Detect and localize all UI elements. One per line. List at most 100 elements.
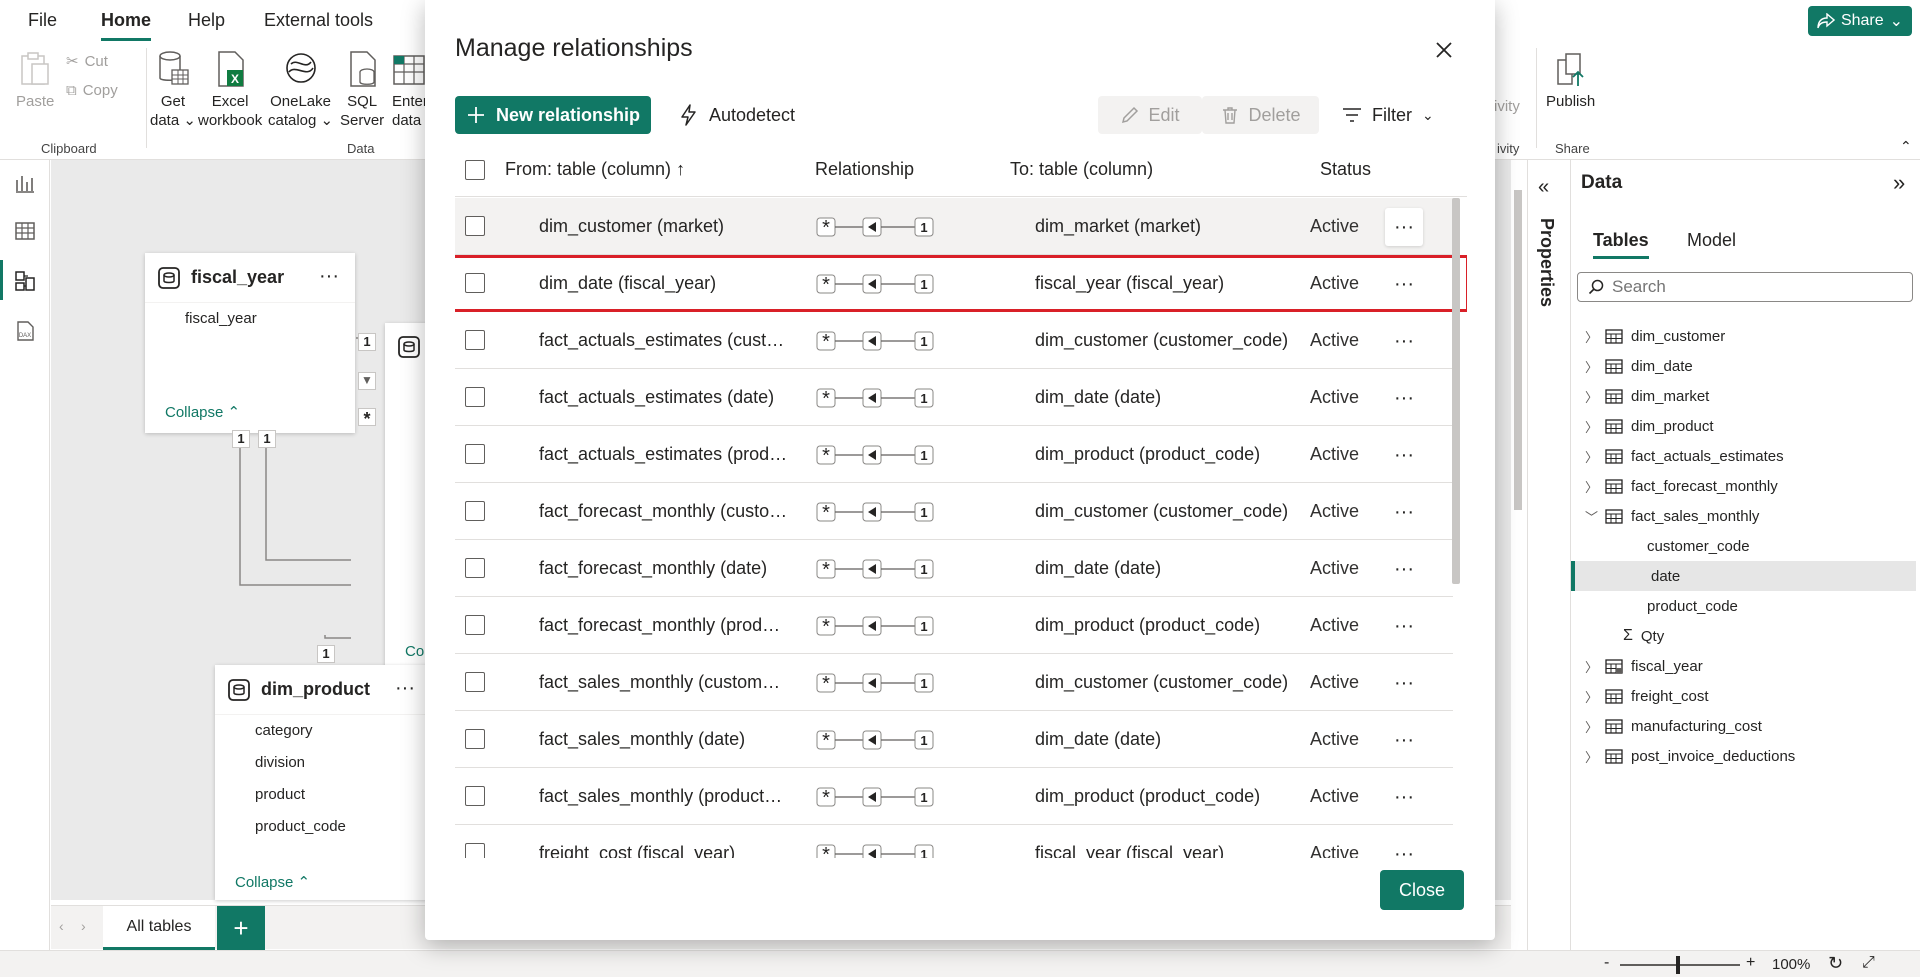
column-header-to[interactable]: To: table (column) (1010, 159, 1153, 180)
from-table-column: dim_date (fiscal_year) (539, 273, 717, 293)
more-options-icon[interactable]: ··· (1385, 664, 1423, 702)
cardinality-many-to-one-icon: * 1 (815, 671, 935, 695)
row-checkbox[interactable] (465, 273, 485, 293)
more-options-icon[interactable]: ··· (1385, 721, 1423, 759)
cardinality-many-to-one-icon: * 1 (815, 842, 935, 858)
more-options-icon[interactable]: ··· (1385, 436, 1423, 474)
cardinality-many-glyph: * (822, 274, 830, 296)
close-icon[interactable] (1430, 36, 1458, 64)
delete-button[interactable]: Delete (1202, 96, 1319, 134)
new-relationship-button[interactable]: New relationship (455, 96, 651, 134)
status-text: Active (1310, 786, 1360, 806)
to-table-column: dim_date (date) (1035, 558, 1162, 578)
cardinality-many-to-one-icon: * 1 (815, 785, 935, 809)
row-checkbox[interactable] (465, 330, 485, 350)
cardinality-many-glyph: * (822, 616, 830, 638)
relationship-row[interactable]: fact_sales_monthly (product_code)*1dim_p… (455, 768, 1453, 825)
status-text: Active (1310, 387, 1360, 407)
cardinality-many-to-one-icon: * 1 (815, 500, 935, 524)
row-checkbox[interactable] (465, 843, 485, 858)
relationship-row[interactable]: freight_cost (fiscal_year) * 1 fiscal_year … (455, 825, 1453, 858)
to-table-column: fiscal_year (fiscal_year) (1035, 273, 1225, 293)
row-checkbox[interactable] (465, 501, 485, 521)
row-checkbox[interactable] (465, 444, 485, 464)
to-table-column: dim_date (date) (1035, 387, 1162, 407)
more-options-icon[interactable]: ··· (1385, 379, 1423, 417)
from-table-column: fact_actuals_estimates (product_code) (539, 444, 789, 464)
cardinality-one-glyph: 1 (920, 505, 927, 520)
status-text: Active (1310, 216, 1360, 236)
cardinality-many-to-one-icon: * 1 (815, 614, 935, 638)
row-checkbox[interactable] (465, 558, 485, 578)
filter-button[interactable]: Filter ⌄ (1342, 96, 1434, 134)
cardinality-many-glyph: * (822, 559, 830, 581)
filter-label: Filter (1372, 104, 1412, 125)
row-checkbox[interactable] (465, 729, 485, 749)
column-header-relationship[interactable]: Relationship (815, 159, 914, 180)
to-table-column: dim_market (market) (1035, 216, 1202, 236)
row-checkbox[interactable] (465, 786, 485, 806)
relationship-row[interactable]: fact_forecast_monthly (date) * 1 dim_date (… (455, 540, 1453, 597)
cardinality-many-glyph: * (822, 673, 830, 695)
cardinality-one-glyph: 1 (920, 448, 927, 463)
status-text: Active (1310, 615, 1360, 635)
status-text: Active (1310, 558, 1360, 578)
more-options-icon[interactable]: ··· (1385, 778, 1423, 816)
grid-scrollbar-thumb[interactable] (1452, 198, 1460, 584)
column-header-status[interactable]: Status (1320, 159, 1371, 180)
from-table-column: fact_forecast_monthly (date) (539, 558, 768, 578)
more-options-icon[interactable]: ··· (1385, 322, 1423, 360)
relationship-row[interactable]: fact_actuals_estimates (customer_code) * 1… (455, 312, 1453, 369)
row-checkbox[interactable] (465, 216, 485, 236)
relationship-row[interactable]: dim_date (fiscal_year) * 1 fiscal_year (fis… (455, 255, 1467, 312)
cardinality-one-glyph: 1 (920, 733, 927, 748)
relationship-row[interactable]: fact_forecast_monthly (customer_code)*1d… (455, 483, 1453, 540)
from-table-column: dim_customer (market) (539, 216, 725, 236)
row-checkbox[interactable] (465, 615, 485, 635)
cardinality-many-to-one-icon: * 1 (815, 386, 935, 410)
from-table-column: fact_actuals_estimates (customer_code) (539, 330, 789, 350)
select-all-checkbox[interactable] (465, 160, 485, 180)
cardinality-one-glyph: 1 (920, 847, 927, 858)
autodetect-label: Autodetect (709, 104, 796, 125)
from-table-column: fact_sales_monthly (date) (539, 729, 746, 749)
to-table-column: dim_product (product_code) (1035, 615, 1261, 635)
from-table-column: fact_forecast_monthly (customer_code) (539, 501, 789, 521)
relationship-row[interactable]: fact_sales_monthly (customer_code)*1dim_… (455, 654, 1453, 711)
more-options-icon[interactable]: ··· (1385, 550, 1423, 588)
cardinality-one-glyph: 1 (920, 220, 927, 235)
cardinality-one-glyph: 1 (920, 334, 927, 349)
relationship-row[interactable]: fact_forecast_monthly (product_code)*1di… (455, 597, 1453, 654)
row-checkbox[interactable] (465, 387, 485, 407)
cardinality-one-glyph: 1 (920, 619, 927, 634)
more-options-icon[interactable]: ··· (1385, 493, 1423, 531)
chevron-down-icon: ⌄ (1422, 106, 1434, 123)
to-table-column: dim_product (product_code) (1035, 786, 1261, 806)
cardinality-many-glyph: * (822, 331, 830, 353)
plus-icon (467, 107, 484, 123)
autodetect-button[interactable]: Autodetect (679, 96, 795, 134)
more-options-icon[interactable]: ··· (1385, 208, 1423, 246)
filter-icon (1343, 108, 1361, 122)
close-button[interactable]: Close (1380, 870, 1464, 910)
more-options-icon[interactable]: ··· (1385, 265, 1423, 303)
status-text: Active (1310, 330, 1360, 350)
cardinality-many-glyph: * (822, 445, 830, 467)
cardinality-many-to-one-icon: * 1 (815, 443, 935, 467)
column-header-from[interactable]: From: table (column) ↑ (505, 159, 685, 180)
relationship-row[interactable]: fact_actuals_estimates (date) * 1 dim_date … (455, 369, 1453, 426)
relationship-row[interactable]: dim_customer (market) * 1 dim_market (marke… (455, 198, 1453, 255)
to-table-column: fiscal_year (fiscal_year) (1035, 843, 1225, 858)
edit-button[interactable]: Edit (1098, 96, 1202, 134)
edit-label: Edit (1148, 104, 1180, 125)
cardinality-many-to-one-icon: * 1 (815, 728, 935, 752)
from-table-column: fact_actuals_estimates (date) (539, 387, 775, 407)
more-options-icon[interactable]: ··· (1385, 607, 1423, 645)
row-checkbox[interactable] (465, 672, 485, 692)
cardinality-many-glyph: * (822, 844, 830, 858)
more-options-icon[interactable]: ··· (1385, 835, 1423, 859)
status-text: Active (1310, 672, 1360, 692)
relationship-row[interactable]: fact_sales_monthly (date) * 1 dim_date (dat… (455, 711, 1453, 768)
relationship-row[interactable]: fact_actuals_estimates (product_code)*1d… (455, 426, 1453, 483)
cardinality-many-glyph: * (822, 502, 830, 524)
